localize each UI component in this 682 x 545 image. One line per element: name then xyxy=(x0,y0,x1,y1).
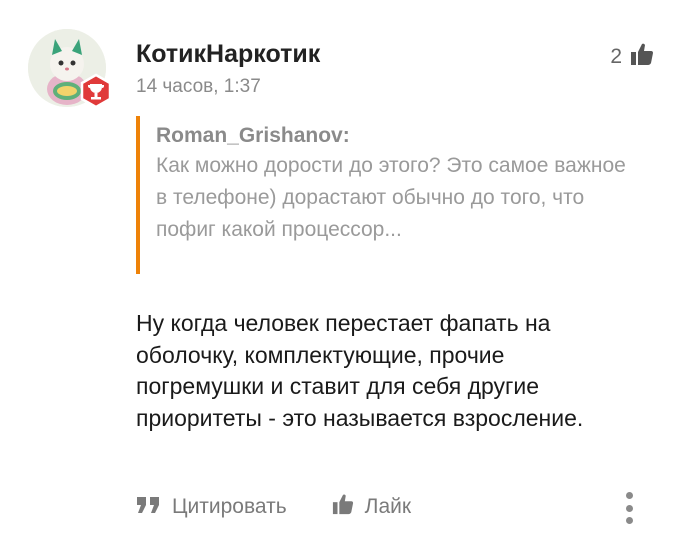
quote-button-label: Цитировать xyxy=(172,495,287,518)
author-name[interactable]: КотикНаркотик xyxy=(136,40,320,69)
thumbs-up-icon xyxy=(331,493,355,521)
trophy-badge-icon xyxy=(78,73,114,109)
like-button[interactable]: Лайк xyxy=(331,493,411,521)
comment-timestamp: 14 часов, 1:37 xyxy=(136,76,261,97)
quote-text: Как можно дорости до этого? Это самое ва… xyxy=(156,154,626,241)
like-button-label: Лайк xyxy=(364,495,412,518)
author-avatar-container[interactable] xyxy=(28,29,112,109)
quote-button[interactable]: Цитировать xyxy=(136,494,287,520)
likes-counter[interactable]: 2 xyxy=(610,42,654,72)
quote-icon xyxy=(136,494,162,520)
comment-actions: Цитировать Лайк xyxy=(136,493,411,521)
likes-count: 2 xyxy=(610,45,622,68)
quoted-comment: Roman_Grishanov: Как можно дорости до эт… xyxy=(136,116,636,274)
quote-author[interactable]: Roman_Grishanov: xyxy=(156,124,636,148)
thumbs-up-icon xyxy=(630,42,654,72)
comment-text: Ну когда человек перестает фапать на обо… xyxy=(136,310,584,431)
more-vertical-icon[interactable] xyxy=(624,492,634,524)
